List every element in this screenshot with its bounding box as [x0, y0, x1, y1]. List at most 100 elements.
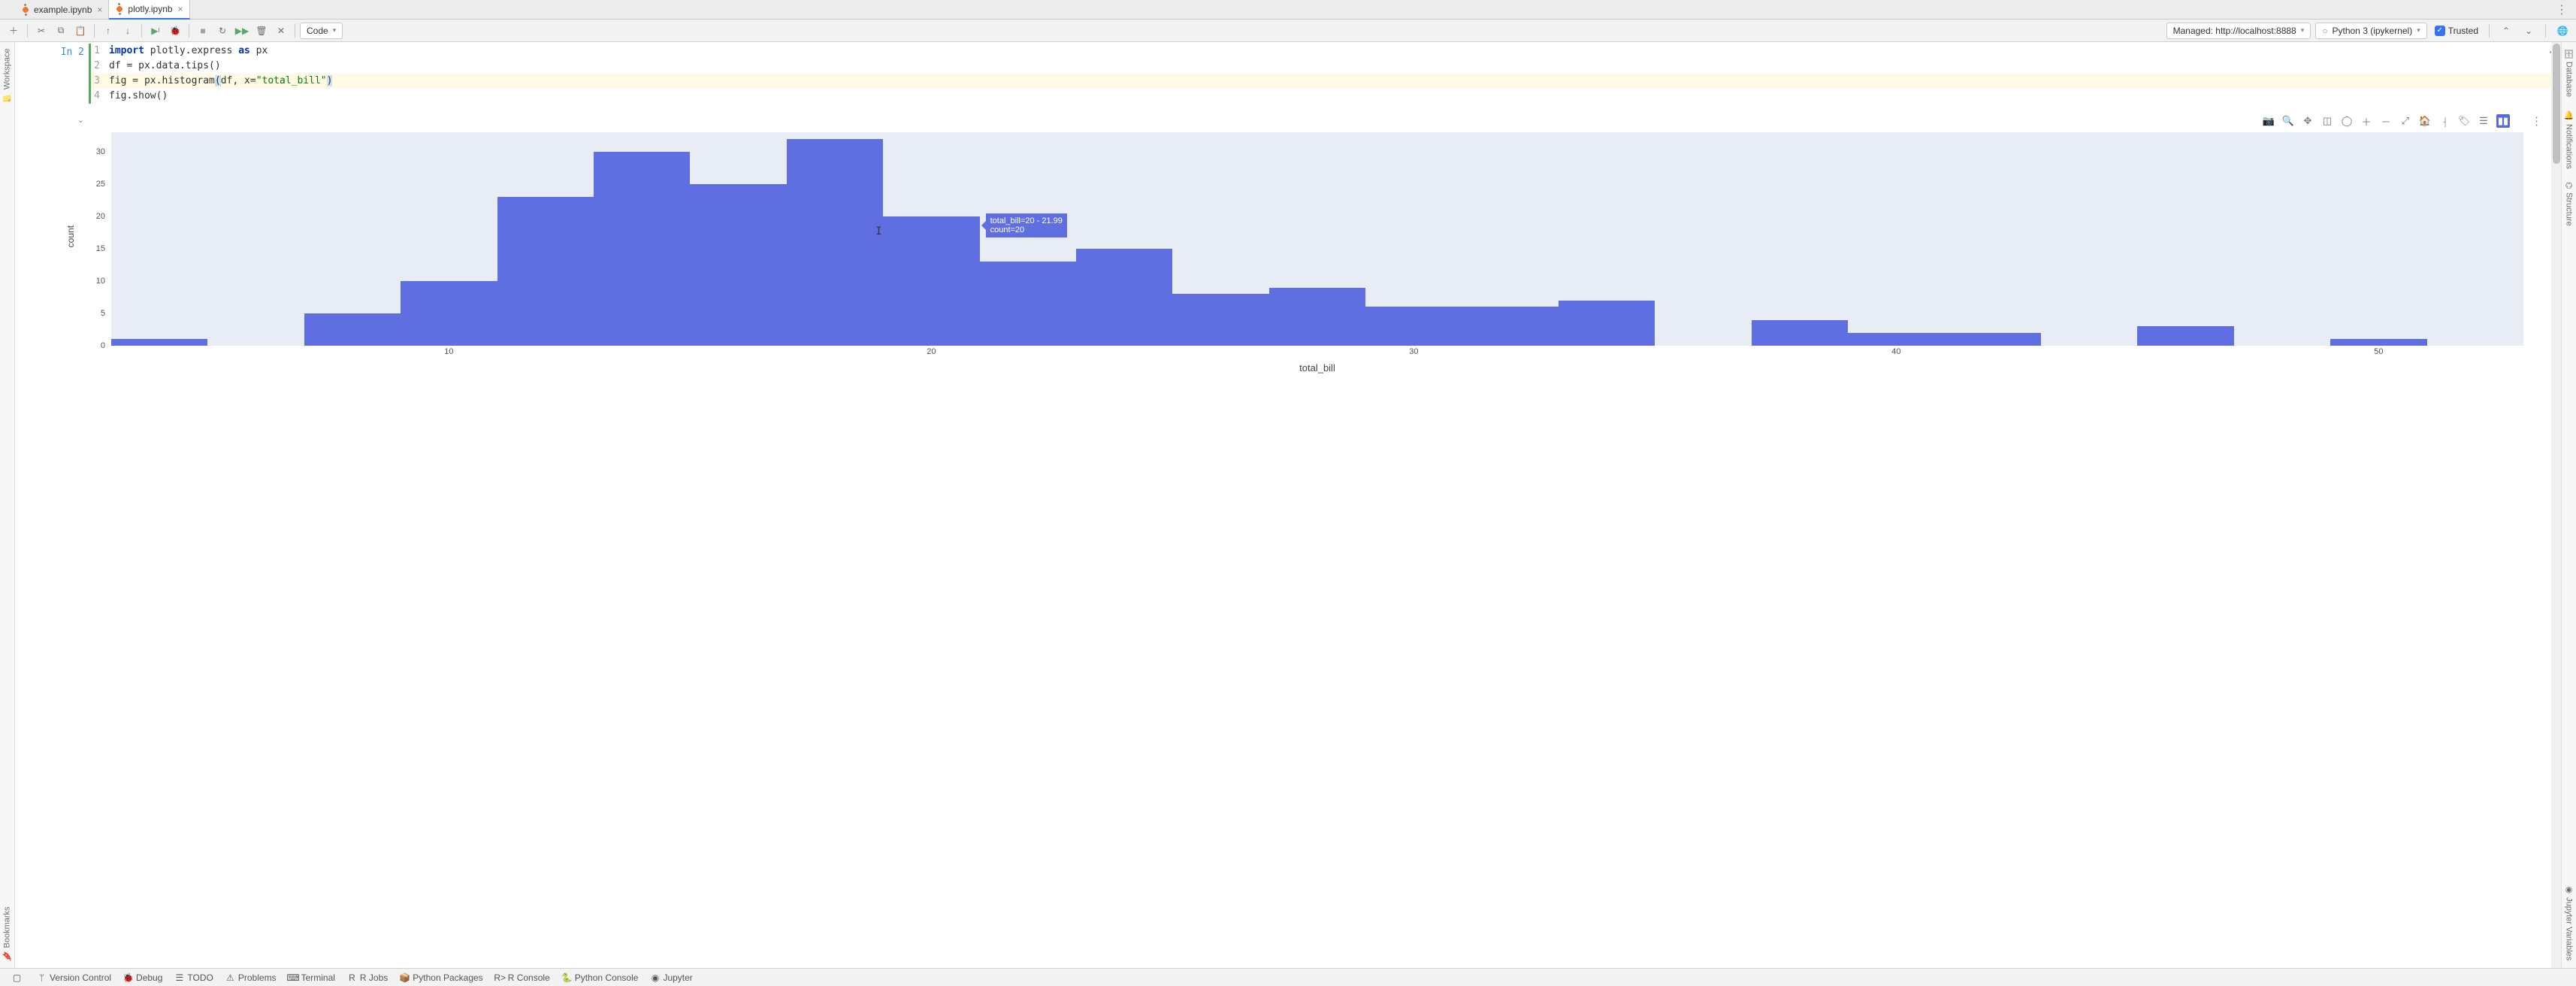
- histogram-bar[interactable]: [1559, 301, 1655, 346]
- histogram-bar[interactable]: [980, 262, 1076, 346]
- output-more-icon[interactable]: ⋮: [2531, 114, 2543, 128]
- code-cell[interactable]: In 2 1import plotly.express as px2df = p…: [15, 44, 2561, 104]
- code-line[interactable]: 1import plotly.express as px: [91, 44, 2561, 59]
- run-cell-button[interactable]: ▶I: [147, 22, 165, 40]
- structure-tool[interactable]: ⌬ Structure: [2564, 182, 2574, 225]
- move-up-button[interactable]: ↑: [99, 22, 117, 40]
- kernel-select[interactable]: ○ Python 3 (ipykernel) ▾: [2315, 23, 2427, 39]
- reset-icon[interactable]: 🏠: [2418, 114, 2432, 128]
- tab-plotly[interactable]: plotly.ipynb ×: [109, 0, 189, 20]
- status-r-console[interactable]: R>R Console: [489, 972, 556, 983]
- histogram-bar[interactable]: [787, 139, 883, 346]
- plotly-toolbar: 📷 🔍 ✥ ◫ ◯ ＋ － ⤢ 🏠 ⸡ 🏷 ☰ ▮▮ ⋮: [89, 113, 2553, 132]
- box-select-icon[interactable]: ◫: [2321, 114, 2334, 128]
- zoom-in-icon[interactable]: ＋: [2360, 114, 2373, 128]
- status-python-packages[interactable]: 📦Python Packages: [394, 972, 488, 983]
- close-x-button[interactable]: ✕: [272, 22, 290, 40]
- jupyter-variables-tool[interactable]: ◉ Jupyter Variables: [2564, 885, 2574, 960]
- tabs-more-icon[interactable]: ⋮: [2548, 2, 2576, 17]
- plotly-logo-icon[interactable]: ▮▮: [2496, 114, 2510, 128]
- y-tick: 20: [96, 212, 105, 221]
- histogram-bar[interactable]: [1848, 333, 1944, 346]
- code-text[interactable]: import plotly.express as px: [106, 44, 268, 59]
- cell-body[interactable]: 1import plotly.express as px2df = px.dat…: [89, 44, 2561, 104]
- trusted-indicator[interactable]: ✓ Trusted: [2432, 26, 2481, 36]
- jupyter-server-select[interactable]: Managed: http://localhost:8888 ▾: [2166, 23, 2311, 39]
- zoom-icon[interactable]: 🔍: [2281, 114, 2295, 128]
- pan-icon[interactable]: ✥: [2301, 114, 2314, 128]
- vertical-scrollbar[interactable]: [2551, 42, 2561, 968]
- status-terminal[interactable]: ⌨Terminal: [283, 972, 341, 983]
- code-text[interactable]: fig = px.histogram(df, x="total_bill"): [106, 74, 332, 89]
- close-icon[interactable]: ×: [177, 4, 185, 14]
- right-tool-stripe: 🗄 Database 🔔 Notifications ⌬ Structure ◉…: [2561, 42, 2576, 968]
- hover-closest-icon[interactable]: 🏷: [2457, 114, 2471, 128]
- editor-content: ✓ In 2 1import plotly.express as px2df =…: [15, 42, 2561, 968]
- paste-button[interactable]: 📋: [71, 22, 89, 40]
- server-label: Managed: http://localhost:8888: [2173, 26, 2296, 36]
- histogram-bar[interactable]: [304, 313, 401, 346]
- status-todo[interactable]: ☰TODO: [168, 972, 219, 983]
- histogram-bar[interactable]: [1752, 320, 1848, 346]
- output-collapse[interactable]: ⌄: [15, 110, 89, 374]
- delete-button[interactable]: 🗑: [252, 22, 271, 40]
- status-debug[interactable]: 🐞Debug: [117, 972, 168, 983]
- histogram-bar[interactable]: [1945, 333, 2041, 346]
- editor-tabs-bar: example.ipynb × plotly.ipynb × ⋮: [0, 0, 2576, 20]
- close-icon[interactable]: ×: [95, 5, 104, 15]
- debug-cell-button[interactable]: 🐞: [166, 22, 184, 40]
- cell-type-select[interactable]: Code ▾: [300, 23, 343, 39]
- histogram-bar[interactable]: [1172, 294, 1268, 346]
- copy-button[interactable]: ⧉: [52, 22, 70, 40]
- code-line[interactable]: 3fig = px.histogram(df, x="total_bill"): [91, 74, 2561, 89]
- zoom-out-icon[interactable]: －: [2379, 114, 2393, 128]
- histogram-bar[interactable]: [111, 339, 207, 346]
- histogram-bar[interactable]: [883, 216, 979, 346]
- hover-tooltip: total_bill=20 - 21.99 count=20: [986, 213, 1067, 237]
- notifications-tool[interactable]: 🔔 Notifications: [2564, 110, 2574, 168]
- status-square-icon[interactable]: ▢: [6, 972, 28, 982]
- histogram-bar[interactable]: [497, 197, 594, 346]
- tab-example[interactable]: example.ipynb ×: [15, 0, 109, 20]
- hover-compare-icon[interactable]: ☰: [2477, 114, 2490, 128]
- code-line[interactable]: 2df = px.data.tips(): [91, 59, 2561, 74]
- workspace-tool[interactable]: 📁 Workspace: [2, 48, 12, 102]
- histogram-chart[interactable]: count 051015202530 total_bill=20 - 21.99…: [111, 132, 2523, 374]
- database-tool[interactable]: 🗄 Database: [2564, 48, 2574, 97]
- spike-icon[interactable]: ⸡: [2438, 114, 2451, 128]
- bookmarks-tool[interactable]: 🔖 Bookmarks: [2, 906, 12, 960]
- add-cell-button[interactable]: ＋: [5, 22, 23, 40]
- status-python-console[interactable]: 🐍Python Console: [556, 972, 645, 983]
- histogram-bar[interactable]: [1076, 249, 1172, 346]
- cut-button[interactable]: ✂: [32, 22, 50, 40]
- autoscale-icon[interactable]: ⤢: [2399, 114, 2412, 128]
- histogram-bar[interactable]: [2137, 326, 2233, 346]
- stop-button[interactable]: ■: [194, 22, 212, 40]
- lasso-icon[interactable]: ◯: [2340, 114, 2354, 128]
- histogram-bar[interactable]: [594, 152, 690, 346]
- histogram-bar[interactable]: [2330, 339, 2426, 346]
- camera-icon[interactable]: 📷: [2262, 114, 2275, 128]
- status-problems[interactable]: ⚠Problems: [219, 972, 283, 983]
- code-text[interactable]: fig.show(): [106, 89, 168, 104]
- restart-button[interactable]: ↻: [213, 22, 231, 40]
- code-text[interactable]: df = px.data.tips(): [106, 59, 221, 74]
- scrollbar-thumb[interactable]: [2553, 44, 2560, 164]
- status-jupyter[interactable]: ◉Jupyter: [644, 972, 698, 983]
- expand-down-button[interactable]: ⌄: [2520, 22, 2538, 40]
- status-r-jobs[interactable]: RR Jobs: [341, 972, 394, 983]
- histogram-bar[interactable]: [401, 281, 497, 346]
- histogram-bar[interactable]: [1365, 307, 1462, 346]
- collapse-up-button[interactable]: ⌃: [2497, 22, 2515, 40]
- histogram-bar[interactable]: [690, 184, 786, 346]
- histogram-bar[interactable]: [1462, 307, 1559, 346]
- status-version-control[interactable]: ᛘVersion Control: [31, 972, 117, 983]
- browser-button[interactable]: 🌐: [2553, 22, 2571, 40]
- run-all-button[interactable]: ▶▶: [233, 22, 251, 40]
- histogram-bar[interactable]: [1269, 288, 1365, 346]
- code-line[interactable]: 4fig.show(): [91, 89, 2561, 104]
- move-down-button[interactable]: ↓: [119, 22, 137, 40]
- x-axis-label: total_bill: [111, 362, 2523, 374]
- r-icon: R: [347, 972, 357, 982]
- chart-bars[interactable]: [111, 132, 2523, 346]
